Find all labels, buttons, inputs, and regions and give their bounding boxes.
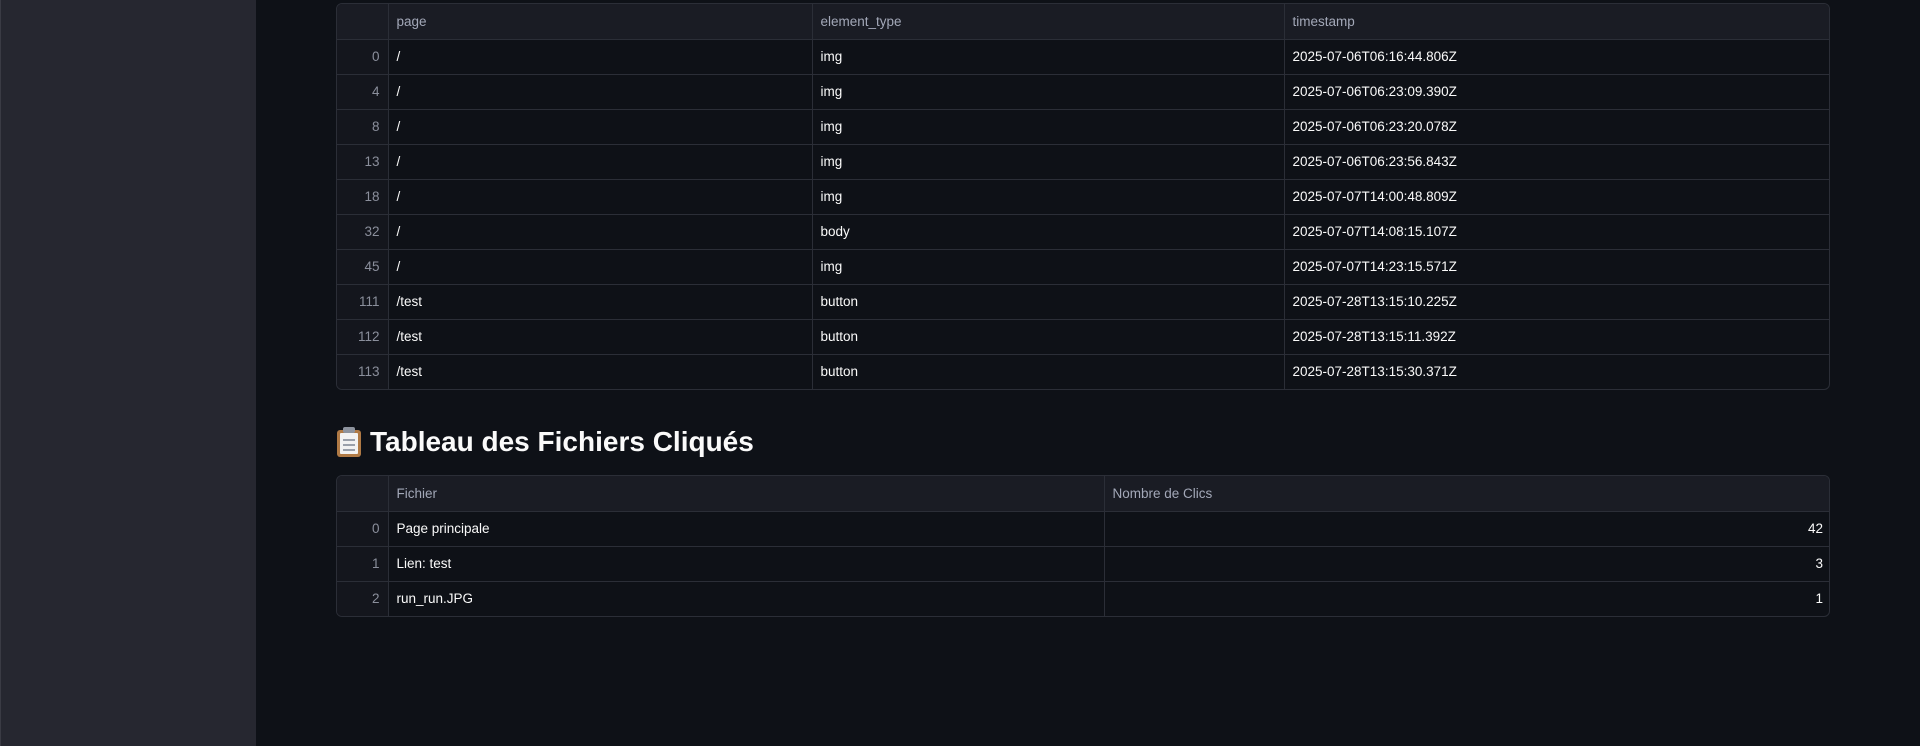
sidebar (0, 0, 256, 746)
cell-file[interactable]: Lien: test (388, 546, 1105, 582)
cell-timestamp[interactable]: 2025-07-28T13:15:11.392Z (1284, 319, 1829, 355)
cell-timestamp[interactable]: 2025-07-06T06:16:44.806Z (1284, 39, 1829, 75)
table-row[interactable]: 0 / img 2025-07-06T06:16:44.806Z (337, 39, 1829, 75)
cell-file[interactable]: run_run.JPG (388, 581, 1105, 616)
table-row[interactable]: 1 Lien: test 3 (337, 546, 1829, 582)
row-index: 13 (337, 144, 389, 180)
cell-clicks[interactable]: 1 (1104, 581, 1829, 616)
clipboard-icon (336, 427, 362, 457)
table-row[interactable]: 13 / img 2025-07-06T06:23:56.843Z (337, 144, 1829, 180)
cell-page[interactable]: / (388, 249, 813, 285)
column-header-timestamp[interactable]: timestamp (1284, 4, 1829, 40)
row-index: 113 (337, 354, 389, 389)
cell-element-type[interactable]: img (812, 74, 1285, 110)
row-index: 1 (337, 546, 389, 582)
files-table: Fichier Nombre de Clics 0 Page principal… (337, 476, 1829, 616)
cell-timestamp[interactable]: 2025-07-28T13:15:10.225Z (1284, 284, 1829, 320)
cell-page[interactable]: / (388, 214, 813, 250)
cell-element-type[interactable]: img (812, 39, 1285, 75)
cell-page[interactable]: / (388, 74, 813, 110)
cell-element-type[interactable]: img (812, 144, 1285, 180)
table-row[interactable]: 18 / img 2025-07-07T14:00:48.809Z (337, 179, 1829, 215)
index-header (337, 4, 389, 40)
table-header-row: Fichier Nombre de Clics (337, 476, 1829, 512)
cell-page[interactable]: / (388, 109, 813, 145)
row-index: 8 (337, 109, 389, 145)
column-header-element-type[interactable]: element_type (812, 4, 1285, 40)
cell-element-type[interactable]: img (812, 249, 1285, 285)
cell-file[interactable]: Page principale (388, 511, 1105, 547)
cell-page[interactable]: / (388, 179, 813, 215)
cell-element-type[interactable]: button (812, 319, 1285, 355)
table-row[interactable]: 8 / img 2025-07-06T06:23:20.078Z (337, 109, 1829, 145)
table-row[interactable]: 32 / body 2025-07-07T14:08:15.107Z (337, 214, 1829, 250)
table-row[interactable]: 4 / img 2025-07-06T06:23:09.390Z (337, 74, 1829, 110)
cell-timestamp[interactable]: 2025-07-07T14:08:15.107Z (1284, 214, 1829, 250)
cell-timestamp[interactable]: 2025-07-07T14:23:15.571Z (1284, 249, 1829, 285)
row-index: 4 (337, 74, 389, 110)
cell-element-type[interactable]: body (812, 214, 1285, 250)
table-row[interactable]: 45 / img 2025-07-07T14:23:15.571Z (337, 249, 1829, 285)
row-index: 0 (337, 39, 389, 75)
column-header-fichier[interactable]: Fichier (388, 476, 1105, 512)
cell-page[interactable]: / (388, 39, 813, 75)
row-index: 112 (337, 319, 389, 355)
table-row[interactable]: 2 run_run.JPG 1 (337, 581, 1829, 616)
cell-page[interactable]: /test (388, 284, 813, 320)
cell-timestamp[interactable]: 2025-07-06T06:23:09.390Z (1284, 74, 1829, 110)
files-dataframe[interactable]: Fichier Nombre de Clics 0 Page principal… (336, 475, 1830, 617)
files-section-title: Tableau des Fichiers Cliqués (370, 426, 754, 457)
cell-timestamp[interactable]: 2025-07-06T06:23:20.078Z (1284, 109, 1829, 145)
row-index: 45 (337, 249, 389, 285)
column-header-nombre-de-clics[interactable]: Nombre de Clics (1104, 476, 1829, 512)
row-index: 0 (337, 511, 389, 547)
row-index: 2 (337, 581, 389, 616)
table-row[interactable]: 112 /test button 2025-07-28T13:15:11.392… (337, 319, 1829, 355)
column-header-page[interactable]: page (388, 4, 813, 40)
main-content: page element_type timestamp 0 / img 2025… (256, 0, 1920, 746)
cell-page[interactable]: /test (388, 319, 813, 355)
cell-element-type[interactable]: img (812, 179, 1285, 215)
table-row[interactable]: 111 /test button 2025-07-28T13:15:10.225… (337, 284, 1829, 320)
row-index: 18 (337, 179, 389, 215)
table-row[interactable]: 0 Page principale 42 (337, 511, 1829, 547)
index-header (337, 476, 389, 512)
cell-element-type[interactable]: button (812, 354, 1285, 389)
clicks-dataframe[interactable]: page element_type timestamp 0 / img 2025… (336, 3, 1830, 390)
cell-page[interactable]: /test (388, 354, 813, 389)
row-index: 111 (337, 284, 389, 320)
cell-clicks[interactable]: 3 (1104, 546, 1829, 582)
clicks-table: page element_type timestamp 0 / img 2025… (337, 4, 1829, 389)
cell-timestamp[interactable]: 2025-07-07T14:00:48.809Z (1284, 179, 1829, 215)
cell-timestamp[interactable]: 2025-07-28T13:15:30.371Z (1284, 354, 1829, 389)
row-index: 32 (337, 214, 389, 250)
cell-element-type[interactable]: button (812, 284, 1285, 320)
cell-page[interactable]: / (388, 144, 813, 180)
table-row[interactable]: 113 /test button 2025-07-28T13:15:30.371… (337, 354, 1829, 389)
cell-element-type[interactable]: img (812, 109, 1285, 145)
cell-clicks[interactable]: 42 (1104, 511, 1829, 547)
table-header-row: page element_type timestamp (337, 4, 1829, 40)
files-section-heading: Tableau des Fichiers Cliqués (336, 420, 754, 464)
cell-timestamp[interactable]: 2025-07-06T06:23:56.843Z (1284, 144, 1829, 180)
